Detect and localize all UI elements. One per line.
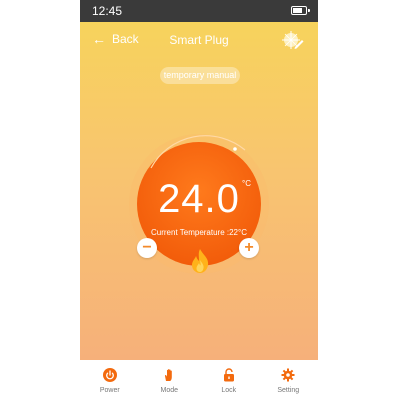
phone-screen: 12:45 ← Back Smart Plug temporary manual: [80, 0, 318, 400]
tab-setting-label: Setting: [277, 387, 300, 394]
lock-icon: [223, 368, 234, 382]
power-icon: [102, 368, 117, 382]
set-temperature: 24.0: [158, 177, 240, 221]
tab-setting[interactable]: Setting: [259, 360, 319, 400]
hand-icon: [165, 369, 173, 381]
status-time: 12:45: [92, 4, 123, 18]
tab-power[interactable]: Power: [80, 360, 140, 400]
tab-mode[interactable]: Mode: [140, 360, 200, 400]
app-screen: ← Back Smart Plug temporary manual 24.0 …: [80, 22, 318, 360]
tab-lock-label: Lock: [221, 387, 237, 394]
status-bar: 12:45: [80, 0, 318, 22]
flame-icon: [192, 249, 209, 273]
gear-icon: [281, 368, 295, 382]
bottom-tab-bar: Power Mode Lock Setting: [80, 360, 318, 400]
tab-mode-label: Mode: [160, 387, 178, 394]
battery-icon: [291, 6, 310, 15]
increase-button[interactable]: +: [239, 238, 259, 258]
current-temperature: Current Temperature :22°C: [151, 228, 247, 237]
decrease-button[interactable]: −: [137, 238, 157, 258]
tab-lock[interactable]: Lock: [199, 360, 259, 400]
tab-power-label: Power: [99, 387, 120, 394]
temperature-unit: °C: [242, 179, 251, 188]
